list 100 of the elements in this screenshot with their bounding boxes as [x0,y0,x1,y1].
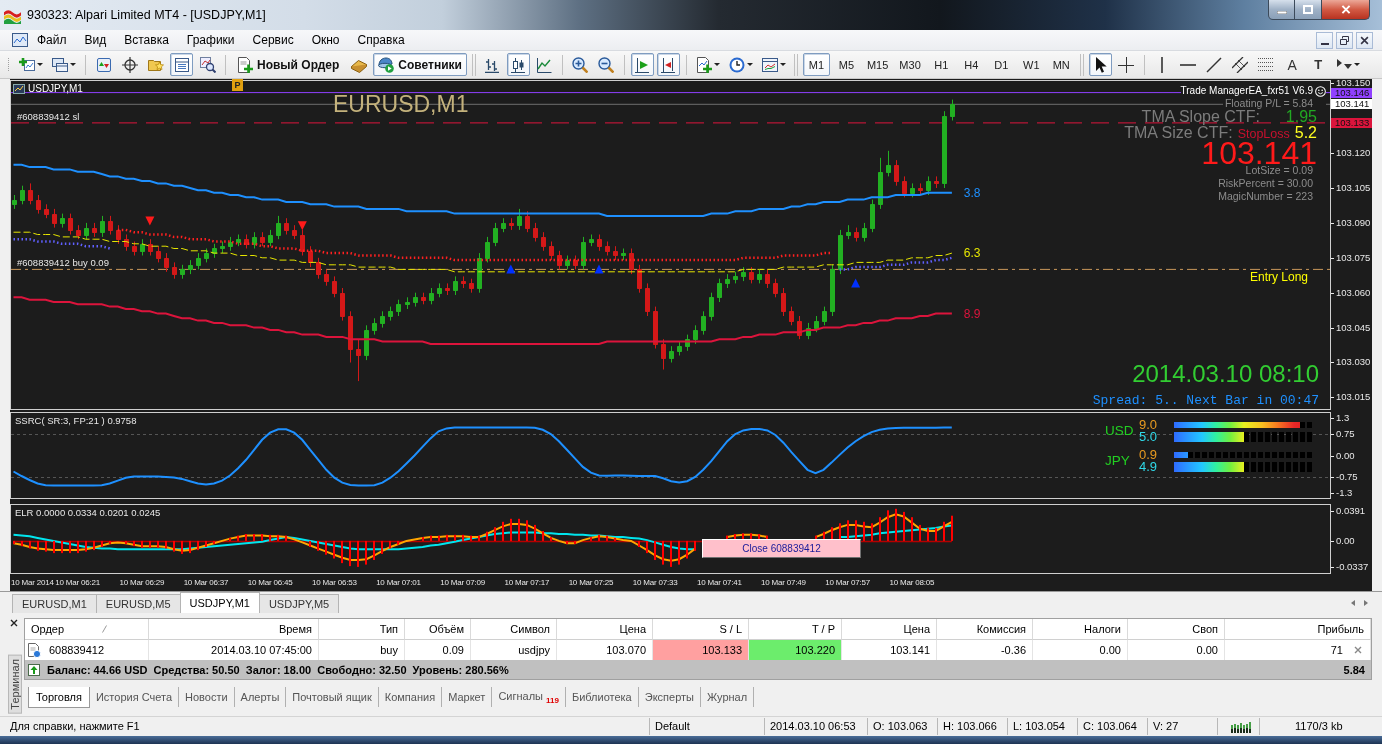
maximize-button[interactable] [1295,0,1322,20]
candle [300,229,305,256]
column-header[interactable]: Цена [557,619,653,640]
chart-tab[interactable]: USDJPY,M5 [258,594,340,613]
terminal-tab[interactable]: Маркет [442,687,493,707]
mdi-restore-button[interactable] [1336,31,1353,49]
candlestick-chart-button[interactable] [506,53,530,76]
text-tool-button[interactable]: A [1280,53,1304,76]
menu-item[interactable]: Окно [302,30,349,50]
restore-icon [1340,35,1349,45]
timeframe-button[interactable]: M5 [832,53,860,76]
timeframe-button[interactable]: M30 [895,53,925,76]
cursor-button[interactable] [1088,53,1112,76]
candle [501,217,506,233]
candle [926,175,931,196]
chart-tab[interactable]: USDJPY,M1 [179,592,260,613]
column-header[interactable]: Символ [471,619,557,640]
table-cell: 103.133 [653,640,749,660]
candle [421,292,426,305]
timeframe-button[interactable]: D1 [987,53,1015,76]
menu-item[interactable]: Графики [177,30,244,50]
timeframe-button[interactable]: W1 [1017,53,1045,76]
time-label: 10 Mar 06:37 [183,577,229,589]
auto-scroll-button[interactable] [630,53,654,76]
terminal-tab[interactable]: Почтовый ящик [286,687,379,707]
chart-symbol-label: USDJPY,M1 [28,83,83,94]
menu-item[interactable]: Вид [75,30,116,50]
column-header[interactable]: Ордер [25,619,149,640]
document-icon [28,642,41,658]
scroll-right-icon[interactable] [1364,599,1368,606]
terminal-button[interactable] [170,53,193,76]
menu-item[interactable]: Сервис [243,30,303,50]
status-text: O: 103.063 [868,718,938,735]
terminal-tab[interactable]: Алерты [234,687,287,707]
level-label: #608839412 buy 0.09 [17,257,109,269]
timeframe-button[interactable]: M15 [862,53,893,76]
terminal-tab[interactable]: Эксперты [638,687,701,707]
minimize-icon [1276,11,1287,14]
window-title: 930323: Alpari Limited MT4 - [USDJPY,M1] [27,8,266,22]
column-header[interactable]: Комиссия [937,619,1033,640]
candle [886,150,891,177]
candle [405,296,410,310]
candle [164,252,169,273]
timeframe-button[interactable]: H1 [927,53,955,76]
column-header[interactable]: Своп [1128,619,1225,640]
magnifier-chart-icon [199,56,216,73]
column-header[interactable]: Налоги [1033,619,1128,640]
grip-icon[interactable] [7,55,10,74]
chart-tab[interactable]: EURUSD,M1 [12,594,97,613]
meter-reading: 5.0 [1139,431,1159,443]
close-button[interactable] [1322,0,1370,20]
terminal-tab[interactable]: Новости [179,687,235,707]
document-plus-icon [237,56,253,73]
terminal-tab[interactable]: Библиотека [565,687,639,707]
timeframe-button[interactable]: M1 [802,53,830,76]
new-order-button[interactable]: Новый Ордер [232,53,345,76]
balance-text: Баланс: 44.66 USD Средства: 50.50 Залог: 18.00 Свободно: 32.50 Уровень: 280.56% [47,663,509,676]
column-header[interactable]: Цена [842,619,937,640]
mdi-minimize-button[interactable] [1316,31,1333,49]
menu-item[interactable]: Справка [348,30,414,50]
chart-tab[interactable]: EURUSD,M5 [95,594,181,613]
windows-icon [52,56,68,73]
scroll-left-icon[interactable] [1351,599,1355,606]
candle [950,99,955,121]
candle [685,334,690,352]
column-header[interactable]: Объём [405,619,471,640]
candle [870,199,875,233]
experts-button[interactable]: Советники [373,53,467,76]
clock-icon [728,56,745,73]
column-header[interactable]: Тип [319,619,405,640]
bar-chart-icon [484,56,501,73]
menu-item[interactable]: Файл [28,30,76,50]
meter-reading: 4.9 [1139,461,1159,473]
mdi-close-button[interactable] [1356,31,1373,49]
column-header[interactable]: Прибыль [1225,619,1371,640]
column-header[interactable]: Время [149,619,319,640]
minimize-button[interactable] [1268,0,1295,20]
menu-item[interactable]: Вставка [115,30,178,50]
tma-slope-label: TMA Slope CTF: [1141,109,1260,125]
list-window-icon [173,56,190,73]
candle [629,248,634,275]
chart-shift-button[interactable] [656,53,680,76]
terminal-tab[interactable]: Торговля [28,687,90,708]
price-tag: 103.146 [1331,87,1372,98]
date-label: 10 Mar 2014 [11,577,54,589]
close-icon[interactable] [10,619,18,627]
value-label: 0.00 [1331,450,1355,461]
terminal-tab[interactable]: Сигналы $_{119}$ [492,687,566,707]
text-label-tool-button[interactable]: T [1306,53,1330,76]
terminal-tab[interactable]: История Счета [89,687,179,707]
chart-icon [13,83,25,94]
status-text: C: 103.064 [1078,718,1148,735]
timeframe-button[interactable]: MN [1047,53,1075,76]
timeframe-button[interactable]: H4 [957,53,985,76]
terminal-tab[interactable]: Компания [378,687,443,707]
candle [910,182,915,198]
zoom-in-icon [572,56,589,73]
terminal-label[interactable]: Терминал [8,655,22,714]
terminal-tab[interactable]: Журнал [700,687,755,707]
close-order-button[interactable]: Close 608839412 [702,539,861,558]
